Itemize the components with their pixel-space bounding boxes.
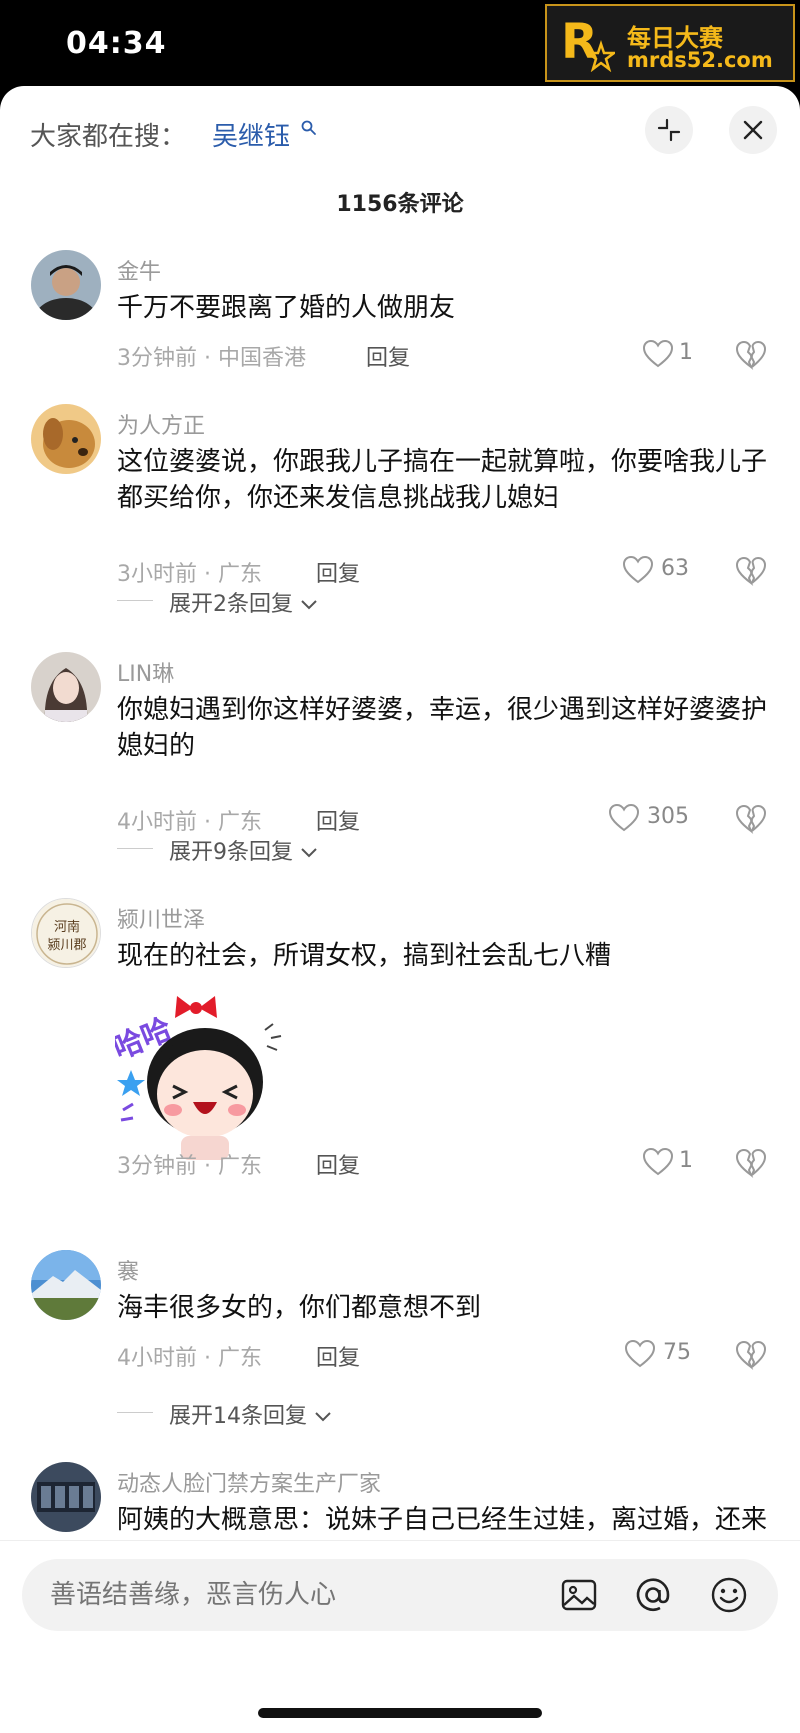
heart-icon [643,1148,673,1176]
comment-username[interactable]: 金牛 [117,254,161,286]
comment-username[interactable]: 褰 [117,1254,139,1286]
like-button[interactable]: 63 [623,554,703,588]
comment-item: 为人方正 这位婆婆说，你跟我儿子搞在一起就算啦，你要啥我儿子都买给你，你还来发信… [0,404,800,604]
reply-button[interactable]: 回复 [366,340,410,372]
chevron-down-icon [301,600,317,610]
search-icon [301,120,316,135]
watermark-url: mrds52.com [627,48,773,72]
image-icon[interactable] [560,1576,598,1614]
comment-item: 金牛 千万不要跟离了婚的人做朋友 3分钟前 · 中国香港 回复 1 [0,246,800,386]
avatar[interactable]: 河南 颍川郡 [31,898,101,968]
like-count: 1 [679,1148,693,1173]
avatar-image: 河南 颍川郡 [32,899,100,967]
home-indicator [258,1708,542,1718]
comment-meta: 3分钟前 · 广东 [117,1154,262,1179]
avatar-text-line1: 河南 [54,919,80,935]
collapse-icon [657,118,681,142]
avatar-image [31,652,101,722]
comment-username[interactable]: LIN琳 [117,656,174,688]
reply-button[interactable]: 回复 [316,804,360,836]
expand-replies-label: 展开9条回复 [169,834,318,866]
heart-icon [623,556,653,584]
watermark: R 每日大赛 mrds52.com [545,4,795,82]
like-button[interactable]: 75 [625,1338,705,1372]
broken-heart-icon[interactable] [736,556,766,586]
comment-text: 千万不要跟离了婚的人做朋友 [117,293,456,323]
collapse-button[interactable] [645,106,693,154]
trending-search-prefix: 大家都在搜： [30,122,187,152]
close-button[interactable] [729,106,777,154]
expand-replies-label: 展开14条回复 [169,1398,332,1430]
comment-meta: 3分钟前 · 中国香港 [117,346,306,371]
broken-heart-icon[interactable] [736,1148,766,1178]
like-button[interactable]: 1 [643,1146,703,1180]
divider [117,600,153,601]
comment-text: 你媳妇遇到你这样好婆婆，幸运，很少遇到这样好婆婆护媳妇的 [117,695,768,761]
heart-icon [625,1340,655,1368]
status-time: 04:34 [66,26,167,61]
avatar-image [31,1250,101,1320]
avatar-image [31,404,101,474]
avatar[interactable] [31,404,101,474]
comment-item: 河南 颍川郡 颍川世泽 现在的社会，所谓女权，搞到社会乱七八糟 哈哈 3分钟前 … [0,898,800,1238]
like-count: 75 [663,1340,691,1365]
expand-replies-button[interactable]: 展开2条回复 [117,586,417,618]
reply-button[interactable]: 回复 [316,1340,360,1372]
expand-replies-button[interactable]: 展开14条回复 [117,1398,437,1430]
comment-text: 这位婆婆说，你跟我儿子搞在一起就算啦，你要啥我儿子都买给你，你还来发信息挑战我儿… [117,447,768,513]
divider [117,1412,153,1413]
comment-username[interactable]: 颍川世泽 [117,902,205,934]
emoji-icon[interactable] [710,1576,748,1614]
comment-meta: 4小时前 · 广东 [117,1346,262,1371]
avatar[interactable] [31,1250,101,1320]
broken-heart-icon[interactable] [736,340,766,370]
chevron-down-icon [315,1412,331,1422]
like-button[interactable]: 1 [643,338,703,372]
reply-button[interactable]: 回复 [316,556,360,588]
comment-item: LIN琳 你媳妇遇到你这样好婆婆，幸运，很少遇到这样好婆婆护媳妇的 4小时前 ·… [0,652,800,852]
comment-composer [0,1540,800,1648]
avatar-text-line2: 颍川郡 [47,938,86,953]
comment-username[interactable]: 动态人脸门禁方案生产厂家 [117,1466,381,1498]
watermark-logo-icon: R [561,14,615,72]
comment-meta: 3小时前 · 广东 [117,562,262,587]
divider [117,848,153,849]
comment-text: 海丰很多女的，你们都意想不到 [117,1293,482,1323]
like-count: 1 [679,340,693,365]
close-icon [743,120,763,140]
at-icon[interactable] [634,1576,672,1614]
svg-text:R: R [561,14,598,70]
like-button[interactable]: 305 [609,802,709,836]
comment-item: 褰 海丰很多女的，你们都意想不到 4小时前 · 广东 回复 75 [0,1250,800,1400]
expand-replies-button[interactable]: 展开9条回复 [117,834,417,866]
status-bar: 04:34 R 每日大赛 mrds52.com [0,0,800,86]
like-count: 63 [661,556,689,581]
like-count: 305 [647,804,689,829]
comment-count: 1156条评论 [336,192,464,217]
comment-username[interactable]: 为人方正 [117,408,205,440]
comment-input[interactable] [48,1579,452,1611]
avatar[interactable] [31,250,101,320]
chevron-down-icon [301,848,317,858]
heart-icon [643,340,673,368]
comment-input-container[interactable] [22,1559,778,1631]
comment-meta: 4小时前 · 广东 [117,810,262,835]
broken-heart-icon[interactable] [736,804,766,834]
trending-search-keyword[interactable]: 吴继钰 [212,116,290,153]
avatar[interactable] [31,1462,101,1532]
avatar-image [31,250,101,320]
emoji-sticker: 哈哈 [115,996,282,1160]
avatar[interactable] [31,652,101,722]
heart-icon [609,804,639,832]
reply-button[interactable]: 回复 [316,1148,360,1180]
comments-sheet: 大家都在搜： 吴继钰 1156条评论 金牛 千万不要跟离了婚的人做朋友 3分钟前… [0,86,800,1733]
broken-heart-icon[interactable] [736,1340,766,1370]
expand-replies-label: 展开2条回复 [169,586,318,618]
comment-text: 现在的社会，所谓女权，搞到社会乱七八糟 [117,941,612,971]
avatar-image [31,1462,101,1532]
